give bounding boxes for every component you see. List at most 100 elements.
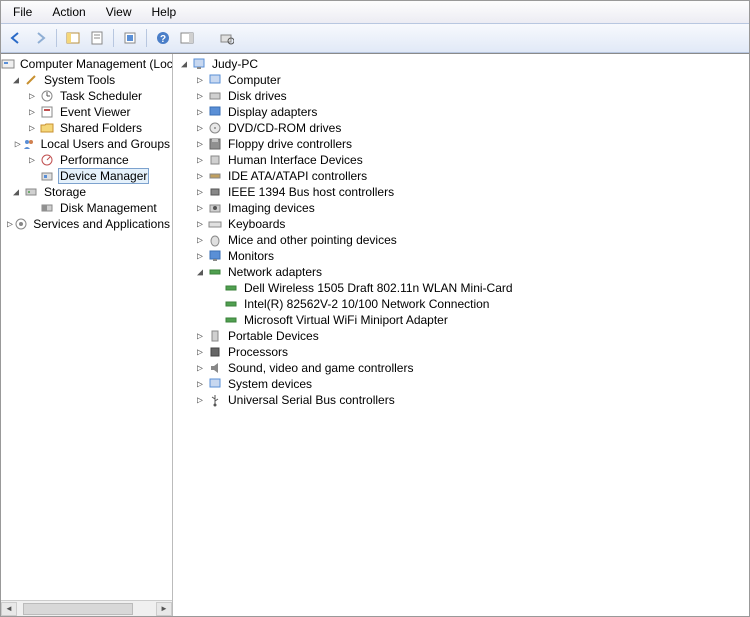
collapse-icon[interactable]: ◢ [9,75,23,86]
refresh-button[interactable] [119,27,141,49]
device-label[interactable]: Mice and other pointing devices [226,233,399,247]
scroll-right-button[interactable]: ► [156,602,172,616]
expand-icon[interactable]: ▷ [193,235,207,246]
expand-icon[interactable]: ▷ [193,363,207,374]
expand-icon[interactable]: ▷ [193,91,207,102]
device-category-usb[interactable]: ▷ Universal Serial Bus controllers [173,392,749,408]
tree-event-viewer[interactable]: ▷ Event Viewer [1,104,172,120]
expand-icon[interactable]: ▷ [25,107,39,118]
tree-label[interactable]: Task Scheduler [58,89,144,103]
device-category-floppy[interactable]: ▷ Floppy drive controllers [173,136,749,152]
tree-label[interactable]: Device Manager [58,168,149,184]
device-label[interactable]: Portable Devices [226,329,321,343]
expand-icon[interactable]: ▷ [193,155,207,166]
device-root[interactable]: ◢ Judy-PC [173,56,749,72]
tree-label[interactable]: Shared Folders [58,121,144,135]
device-tree[interactable]: ◢ Judy-PC ▷ Computer ▷ Disk drives ▷ [173,56,749,408]
tree-label[interactable]: Computer Management (Local [18,57,172,71]
expand-icon[interactable]: ▷ [193,347,207,358]
collapse-icon[interactable]: ◢ [9,187,23,198]
expand-icon[interactable]: ▷ [193,203,207,214]
forward-button[interactable] [29,27,51,49]
device-category-network[interactable]: ◢ Network adapters [173,264,749,280]
device-category-system[interactable]: ▷ System devices [173,376,749,392]
device-category-sound[interactable]: ▷ Sound, video and game controllers [173,360,749,376]
device-label[interactable]: Dell Wireless 1505 Draft 802.11n WLAN Mi… [242,281,515,295]
device-label[interactable]: Network adapters [226,265,324,279]
expand-icon[interactable]: ▷ [193,251,207,262]
expand-icon[interactable]: ▷ [193,395,207,406]
device-category-portable[interactable]: ▷ Portable Devices [173,328,749,344]
expand-icon[interactable]: ▷ [193,139,207,150]
tree-task-scheduler[interactable]: ▷ Task Scheduler [1,88,172,104]
expand-icon[interactable]: ▷ [193,107,207,118]
scan-hardware-button[interactable] [216,27,238,49]
device-label[interactable]: Display adapters [226,105,319,119]
menu-file[interactable]: File [5,3,40,21]
tree-label[interactable]: Disk Management [58,201,159,215]
collapse-icon[interactable]: ◢ [177,59,191,70]
device-category-ide[interactable]: ▷ IDE ATA/ATAPI controllers [173,168,749,184]
device-category-monitors[interactable]: ▷ Monitors [173,248,749,264]
device-label[interactable]: IEEE 1394 Bus host controllers [226,185,396,199]
device-label[interactable]: Floppy drive controllers [226,137,354,151]
device-category-mice[interactable]: ▷ Mice and other pointing devices [173,232,749,248]
tree-performance[interactable]: ▷ Performance [1,152,172,168]
scroll-track[interactable] [17,602,156,616]
tree-label[interactable]: System Tools [42,73,117,87]
expand-icon[interactable]: ▷ [193,331,207,342]
device-label[interactable]: System devices [226,377,314,391]
device-label[interactable]: Intel(R) 82562V-2 10/100 Network Connect… [242,297,491,311]
horizontal-scrollbar[interactable]: ◄ ► [1,600,172,616]
back-button[interactable] [5,27,27,49]
action-pane-button[interactable] [176,27,198,49]
device-category-dvd[interactable]: ▷ DVD/CD-ROM drives [173,120,749,136]
tree-device-manager[interactable]: ▷ Device Manager [1,168,172,184]
expand-icon[interactable]: ▷ [25,123,39,134]
menu-help[interactable]: Help [144,3,185,21]
console-tree[interactable]: Computer Management (Local ◢ System Tool… [1,54,172,600]
device-label[interactable]: DVD/CD-ROM drives [226,121,343,135]
tree-label[interactable]: Services and Applications [31,217,172,231]
expand-icon[interactable]: ▷ [193,187,207,198]
device-category-computer[interactable]: ▷ Computer [173,72,749,88]
scroll-thumb[interactable] [23,603,133,615]
collapse-icon[interactable]: ◢ [193,267,207,278]
device-label[interactable]: Sound, video and game controllers [226,361,415,375]
expand-icon[interactable]: ▷ [6,219,14,230]
device-label[interactable]: Keyboards [226,217,287,231]
expand-icon[interactable]: ▷ [193,75,207,86]
device-category-hid[interactable]: ▷ Human Interface Devices [173,152,749,168]
tree-services-apps[interactable]: ▷ Services and Applications [1,216,172,232]
tree-shared-folders[interactable]: ▷ Shared Folders [1,120,172,136]
help-button[interactable]: ? [152,27,174,49]
device-category-imaging[interactable]: ▷ Imaging devices [173,200,749,216]
expand-icon[interactable]: ▷ [193,379,207,390]
tree-system-tools[interactable]: ◢ System Tools [1,72,172,88]
menu-view[interactable]: View [98,3,140,21]
menu-action[interactable]: Action [44,3,93,21]
expand-icon[interactable]: ▷ [25,155,39,166]
tree-disk-management[interactable]: ▷ Disk Management [1,200,172,216]
show-hide-tree-button[interactable] [62,27,84,49]
expand-icon[interactable]: ▷ [14,139,22,150]
tree-label[interactable]: Storage [42,185,88,199]
device-category-ieee1394[interactable]: ▷ IEEE 1394 Bus host controllers [173,184,749,200]
device-network-adapter[interactable]: ▷ Dell Wireless 1505 Draft 802.11n WLAN … [173,280,749,296]
device-network-adapter[interactable]: ▷ Microsoft Virtual WiFi Miniport Adapte… [173,312,749,328]
device-label[interactable]: Universal Serial Bus controllers [226,393,397,407]
device-label[interactable]: Monitors [226,249,276,263]
tree-local-users[interactable]: ▷ Local Users and Groups [1,136,172,152]
expand-icon[interactable]: ▷ [25,91,39,102]
expand-icon[interactable]: ▷ [193,219,207,230]
device-category-display[interactable]: ▷ Display adapters [173,104,749,120]
device-category-processors[interactable]: ▷ Processors [173,344,749,360]
device-label[interactable]: Microsoft Virtual WiFi Miniport Adapter [242,313,450,327]
device-category-keyboards[interactable]: ▷ Keyboards [173,216,749,232]
tree-label[interactable]: Local Users and Groups [39,137,172,151]
device-label[interactable]: IDE ATA/ATAPI controllers [226,169,369,183]
properties-button[interactable] [86,27,108,49]
tree-storage[interactable]: ◢ Storage [1,184,172,200]
device-category-disk[interactable]: ▷ Disk drives [173,88,749,104]
tree-label[interactable]: Performance [58,153,131,167]
